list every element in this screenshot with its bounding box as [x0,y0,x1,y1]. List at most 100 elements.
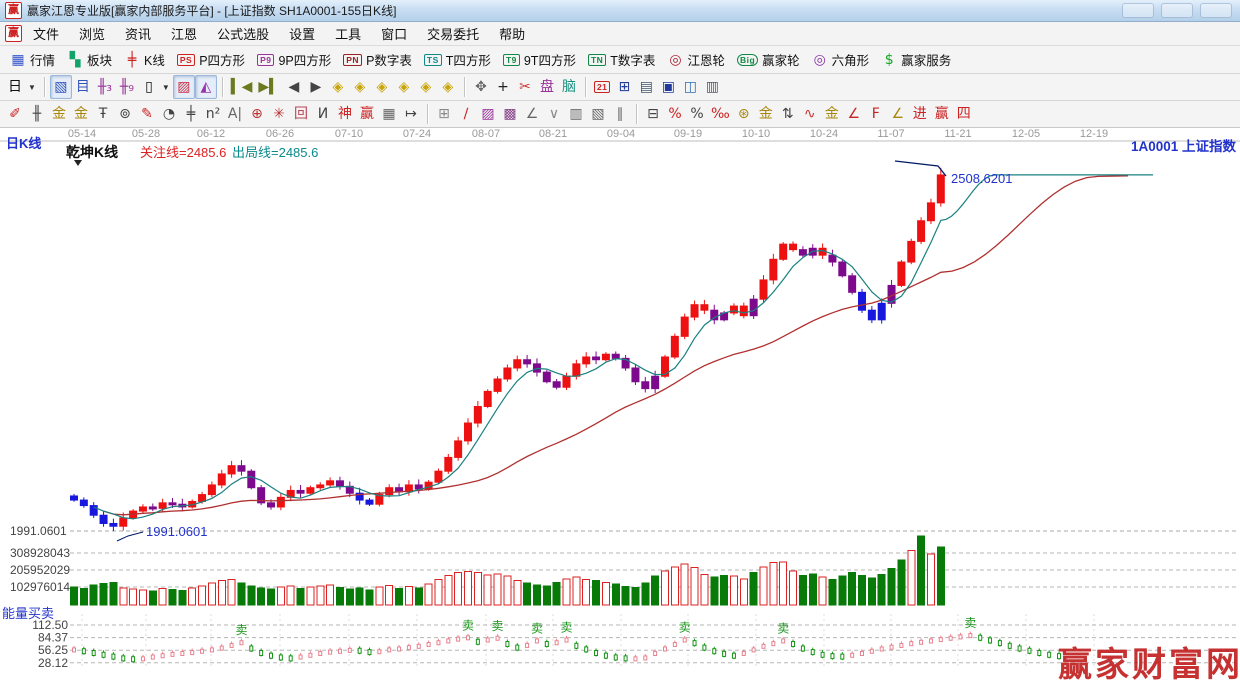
nine-chart-button[interactable]: ╫₉ [116,75,138,99]
menu-tools[interactable]: 工具 [325,22,371,45]
volume-analysis-button[interactable]: ◭ [195,75,217,99]
gann-target-tool[interactable]: ⊕ [246,102,268,126]
time-cycle-tool[interactable]: ◔ [158,102,180,126]
gold-band-tool[interactable]: 金 [755,102,777,126]
pointer-draw-tool[interactable]: ✐ [4,102,26,126]
zigzag-tool[interactable]: ∨ [543,102,565,126]
candle-style-button-dropdown-icon[interactable]: ▼ [162,83,170,92]
grid-ruler-tool[interactable]: ╪ [180,102,202,126]
chart-region[interactable]: 05-1405-2806-1206-2607-1007-2408-0708-21… [0,128,1240,683]
advance-tool[interactable]: 进 [909,102,931,126]
close-button[interactable] [1200,3,1232,18]
restore-scale-button[interactable]: ◈ [415,75,437,99]
calendar-button[interactable]: 21 [591,75,613,99]
fan-line-tool[interactable]: ∕ [455,102,477,126]
kline-button[interactable]: ╪K线 [118,48,171,72]
menu-settings[interactable]: 设置 [279,22,325,45]
winner-wheel-button[interactable]: Big赢家轮 [731,48,806,72]
last-page-button[interactable]: ▶▍ [255,75,283,99]
smart-brain-button[interactable]: 脑 [558,75,580,99]
span-measure-tool[interactable]: ↦ [400,102,422,126]
magic-tool[interactable]: 神 [334,102,356,126]
menu-file[interactable]: 文件 [23,22,69,45]
percent-lines-tool[interactable]: ‰ [708,102,733,126]
gann-box-tool[interactable]: ▨ [477,102,499,126]
delete-drawing-button[interactable]: ✂ [514,75,536,99]
j-angle-tool[interactable]: ∠ [843,102,865,126]
crosshair-button[interactable]: + [492,75,514,99]
next-bar-button[interactable]: ▶ [305,75,327,99]
t9-square-button[interactable]: T99T四方形 [497,48,582,72]
maximize-button[interactable] [1161,3,1193,18]
pan-hand-button[interactable]: ✥ [470,75,492,99]
f-angle-tool[interactable]: F [865,102,887,126]
sectors-button[interactable]: ▚板块 [61,48,118,72]
gann-wheel-button[interactable]: ◎江恩轮 [661,48,731,72]
menu-browse[interactable]: 浏览 [69,22,115,45]
shadow-grid-tool[interactable]: ▧ [587,102,609,126]
price-grid-tool[interactable]: ▦ [378,102,400,126]
qiankun-kline-button[interactable]: ▨ [173,75,195,99]
square-of-nine-tool[interactable]: n² [202,102,224,126]
price-matrix-tool[interactable]: ▥ [565,102,587,126]
gold-target-tool[interactable]: 金 [821,102,843,126]
export-button[interactable]: ◫ [679,75,701,99]
fibonacci-tool[interactable]: Ŧ [92,102,114,126]
four-square-tool[interactable]: 四 [953,102,975,126]
expand-price-button[interactable]: ◈ [393,75,415,99]
gold-time-tool[interactable]: 金 [70,102,92,126]
menu-formula-stock-pick[interactable]: 公式选股 [207,22,279,45]
percent-tool[interactable]: % [686,102,708,126]
percent-zone-tool[interactable]: % [664,102,686,126]
menu-news[interactable]: 资讯 [115,22,161,45]
stats-measure-tool[interactable]: ⊟ [642,102,664,126]
t-number-table-button[interactable]: TNT数字表 [582,48,661,72]
period-daily-button[interactable]: 日▼ [4,75,39,99]
square-spiral-tool[interactable]: 回 [290,102,312,126]
winner-service-button[interactable]: $赢家服务 [875,48,957,72]
gann-grid-tool[interactable]: ▩ [499,102,521,126]
wave-count-tool[interactable]: И [312,102,334,126]
wave-band-tool[interactable]: ∿ [799,102,821,126]
gold-price-tool[interactable]: 金 [48,102,70,126]
trade-mark-tool[interactable]: ⇅ [777,102,799,126]
menu-gann[interactable]: 江恩 [161,22,207,45]
menu-window[interactable]: 窗口 [371,22,417,45]
angle-draw-tool[interactable]: ✎ [136,102,158,126]
rect-box-tool[interactable]: ⊞ [433,102,455,126]
spiral-tool[interactable]: ⊚ [114,102,136,126]
save-button[interactable]: ▣ [657,75,679,99]
trade-notes-button[interactable]: ▤ [635,75,657,99]
print-button[interactable]: ▥ [701,75,723,99]
candle-style-button[interactable]: ▯▼ [138,75,173,99]
trend-angle-tool[interactable]: ∠ [521,102,543,126]
period-daily-button-dropdown-icon[interactable]: ▼ [28,83,36,92]
fit-all-button[interactable]: ◈ [437,75,459,99]
gold-angle-tool[interactable]: ∠ [887,102,909,126]
compress-price-button[interactable]: ◈ [371,75,393,99]
f10-info-button[interactable]: 目 [72,75,94,99]
minimize-button[interactable] [1122,3,1154,18]
parallel-channel-tool[interactable]: ∥ [609,102,631,126]
star-radiation-tool[interactable]: ✳ [268,102,290,126]
menu-help[interactable]: 帮助 [489,22,535,45]
gold-circle-tool[interactable]: ⊛ [733,102,755,126]
main-chart-view-button[interactable]: ▧ [50,75,72,99]
prev-bar-button[interactable]: ◀ [283,75,305,99]
quotes-button[interactable]: ▦行情 [4,48,61,72]
p-number-table-button[interactable]: PNP数字表 [337,48,418,72]
menu-trade-order[interactable]: 交易委托 [417,22,489,45]
main-chart-svg[interactable]: 05-1405-2806-1206-2607-1007-2408-0708-21… [0,128,1240,683]
hexagon-button[interactable]: ◎六角形 [806,48,876,72]
p9-square-button[interactable]: P99P四方形 [251,48,337,72]
t-square-button[interactable]: TST四方形 [418,48,497,72]
compress-time-button[interactable]: ◈ [327,75,349,99]
p-square-button[interactable]: PSP四方形 [171,48,251,72]
mirror-line-tool[interactable]: A| [224,102,246,126]
first-page-button[interactable]: ▍◀ [228,75,256,99]
expand-time-button[interactable]: ◈ [349,75,371,99]
gann-wheel-small-button[interactable]: 盘 [536,75,558,99]
time-ruler-tool[interactable]: ╫ [26,102,48,126]
three-chart-button[interactable]: ╫₃ [94,75,116,99]
calculator-button[interactable]: ⊞ [613,75,635,99]
